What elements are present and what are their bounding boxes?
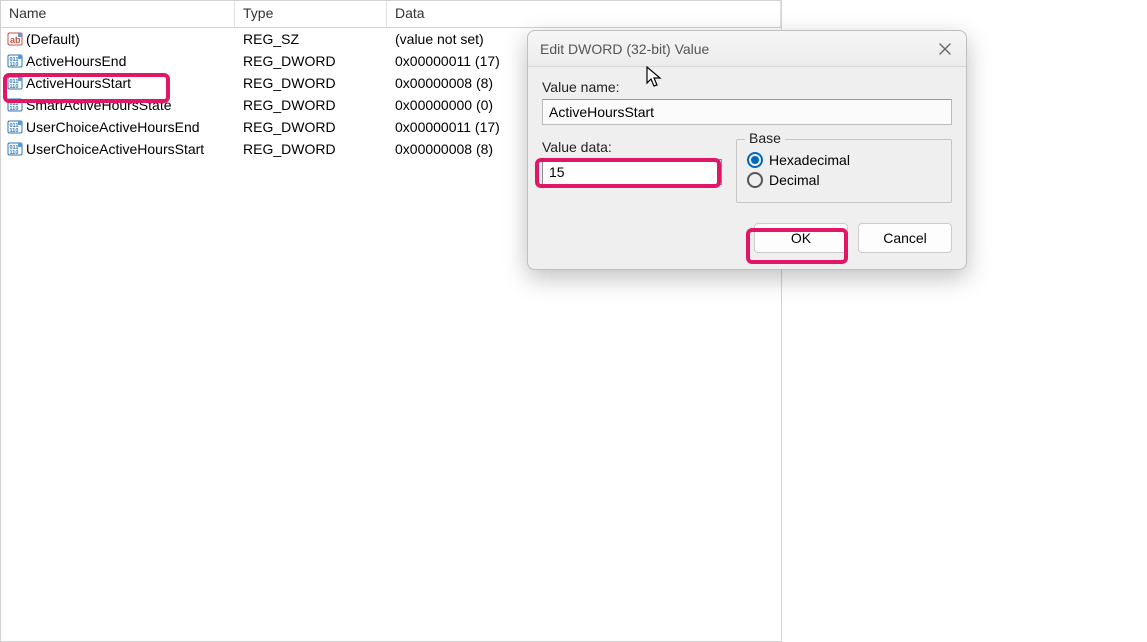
cancel-button[interactable]: Cancel [858, 223, 952, 253]
row-type: REG_DWORD [235, 141, 387, 157]
row-name: ActiveHoursStart [26, 75, 131, 91]
dialog-title: Edit DWORD (32-bit) Value [540, 41, 709, 57]
row-name: UserChoiceActiveHoursStart [26, 141, 204, 157]
registry-column-headers: Name Type Data [1, 0, 781, 28]
ok-button[interactable]: OK [754, 223, 848, 253]
row-name: SmartActiveHoursState [26, 97, 172, 113]
reg-dword-icon: 011110 [7, 97, 23, 113]
column-header-name[interactable]: Name [1, 1, 235, 27]
column-header-data[interactable]: Data [387, 1, 781, 27]
radio-unchecked-icon [747, 172, 763, 188]
reg-string-icon: ab [7, 31, 23, 47]
column-header-type[interactable]: Type [235, 1, 387, 27]
reg-dword-icon: 011110 [7, 75, 23, 91]
row-type: REG_DWORD [235, 97, 387, 113]
base-legend: Base [745, 130, 785, 146]
svg-text:110: 110 [10, 128, 19, 134]
base-group: Base Hexadecimal Decimal [736, 139, 952, 203]
row-name: ActiveHoursEnd [26, 53, 126, 69]
close-icon[interactable] [936, 40, 954, 58]
value-data-field[interactable] [542, 159, 722, 185]
row-type: REG_DWORD [235, 119, 387, 135]
edit-dword-dialog: Edit DWORD (32-bit) Value Value name: Va… [527, 30, 967, 270]
row-type: REG_DWORD [235, 75, 387, 91]
row-type: REG_DWORD [235, 53, 387, 69]
row-name: UserChoiceActiveHoursEnd [26, 119, 200, 135]
svg-text:110: 110 [10, 84, 19, 90]
reg-dword-icon: 011110 [7, 53, 23, 69]
dialog-titlebar[interactable]: Edit DWORD (32-bit) Value [528, 31, 966, 67]
value-name-field[interactable] [542, 99, 952, 125]
radio-hexadecimal[interactable]: Hexadecimal [747, 152, 943, 168]
reg-dword-icon: 011110 [7, 119, 23, 135]
radio-hex-label: Hexadecimal [769, 152, 850, 168]
reg-dword-icon: 011110 [7, 141, 23, 157]
svg-text:110: 110 [10, 106, 19, 112]
radio-checked-icon [747, 152, 763, 168]
radio-dec-label: Decimal [769, 172, 820, 188]
row-type: REG_SZ [235, 31, 387, 47]
svg-text:110: 110 [10, 62, 19, 68]
row-name: (Default) [26, 31, 80, 47]
radio-decimal[interactable]: Decimal [747, 172, 943, 188]
value-name-label: Value name: [542, 79, 952, 95]
svg-text:110: 110 [10, 150, 19, 156]
value-data-label: Value data: [542, 139, 722, 155]
